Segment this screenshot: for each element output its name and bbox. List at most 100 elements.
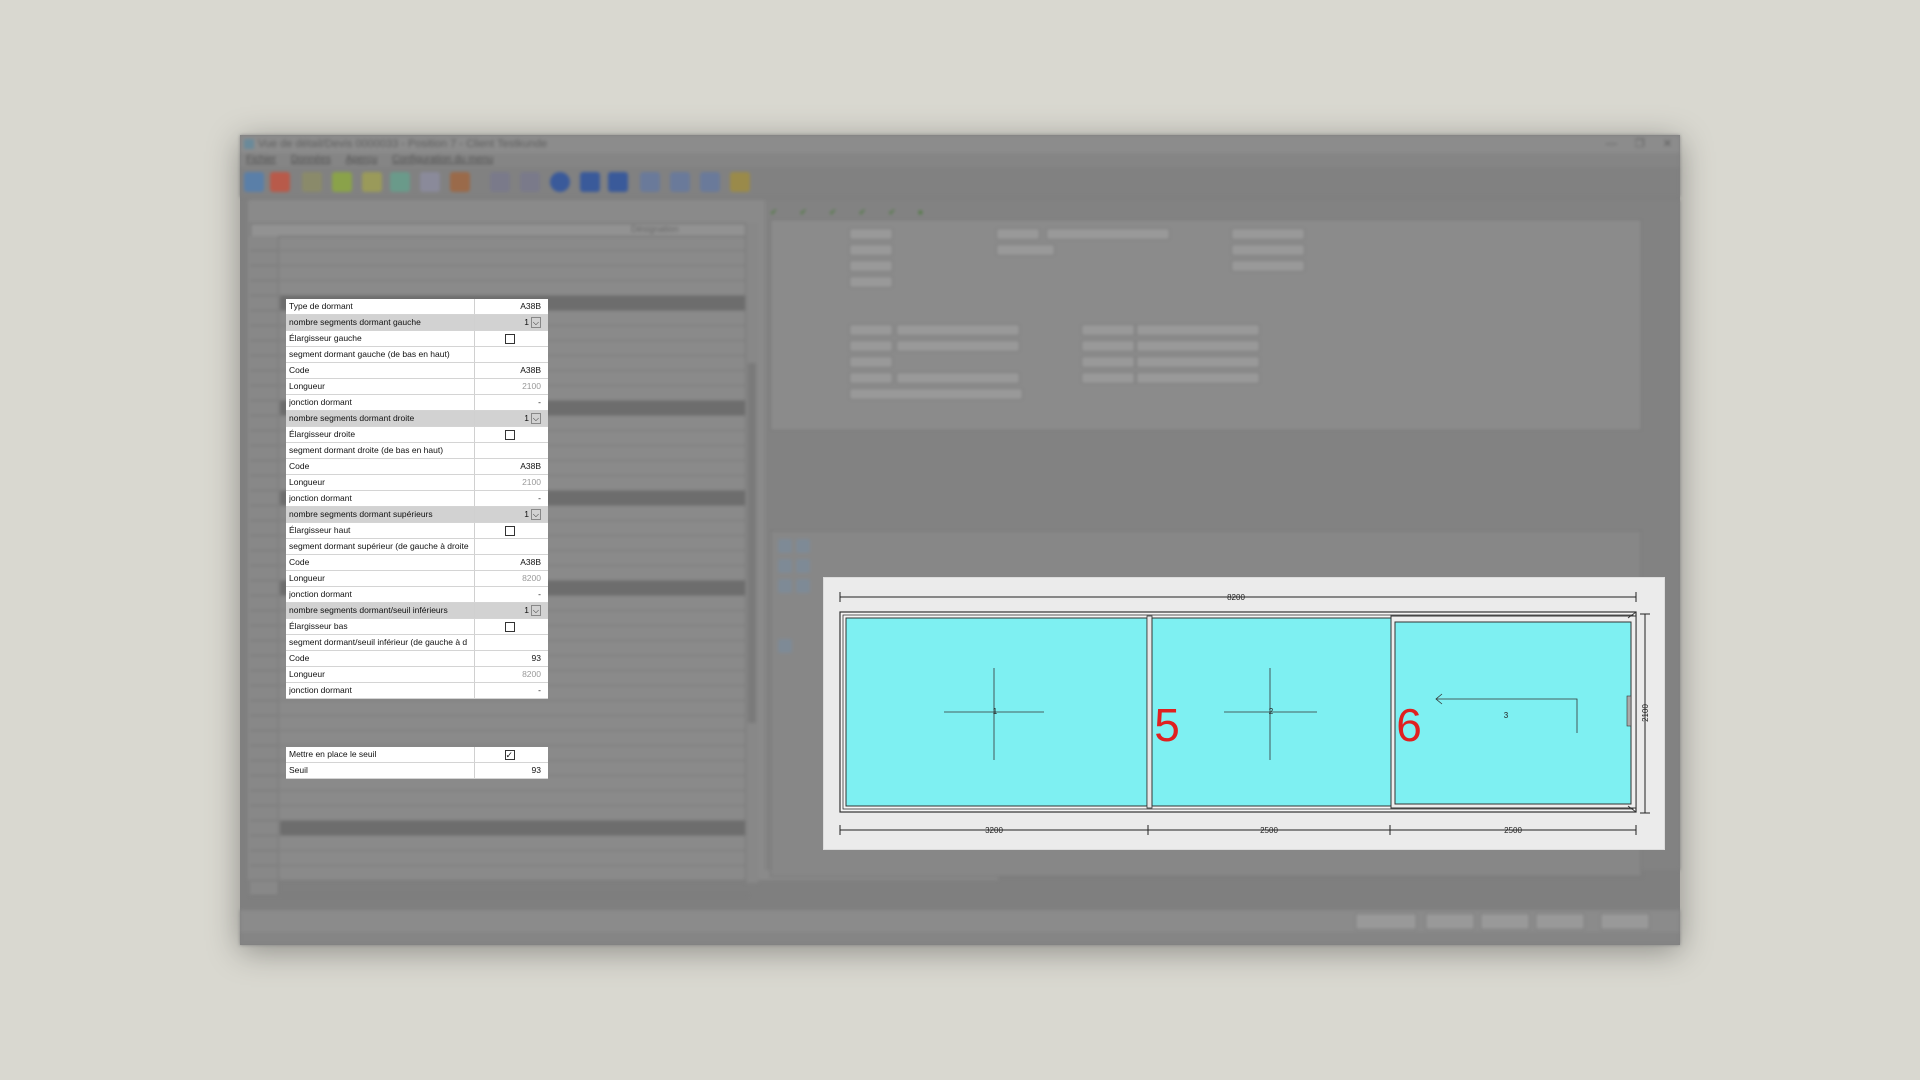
property-value[interactable]: 2100 <box>474 475 544 490</box>
property-value[interactable]: - <box>474 395 544 410</box>
grid-row-header[interactable] <box>250 881 279 896</box>
property-value[interactable]: A38B <box>474 363 544 378</box>
grid-row-header[interactable] <box>250 626 279 641</box>
form-field[interactable] <box>1081 356 1135 368</box>
zoom-icon[interactable] <box>778 539 792 553</box>
form-field[interactable] <box>1136 324 1260 336</box>
grid-row-header[interactable] <box>250 731 279 746</box>
grid-row-header[interactable] <box>250 431 279 446</box>
property-row[interactable]: Code 93 <box>286 651 548 667</box>
grid-row-header[interactable] <box>250 341 279 356</box>
grid-row-header[interactable] <box>250 371 279 386</box>
minimize-icon[interactable]: — <box>1606 135 1617 153</box>
form-field[interactable] <box>849 324 893 336</box>
form-field[interactable] <box>896 324 1020 336</box>
property-value[interactable] <box>474 347 544 362</box>
menu-configuration[interactable]: Configuration du menu <box>392 154 493 165</box>
property-row[interactable]: nombre segments dormant gauche 1 ⌵ <box>286 315 548 331</box>
property-value[interactable] <box>474 635 544 650</box>
bottom-button-1[interactable] <box>1355 913 1417 930</box>
cut-icon[interactable] <box>796 579 810 593</box>
form-field[interactable] <box>896 372 1020 384</box>
property-dropdown[interactable]: 1 ⌵ <box>474 507 544 522</box>
property-value[interactable]: 93 <box>474 763 544 778</box>
grid-row-header[interactable] <box>250 326 279 341</box>
grid-row-header[interactable] <box>250 551 279 566</box>
menu-apercu[interactable]: Aperçu <box>346 154 378 165</box>
bottom-button-3[interactable] <box>1480 913 1530 930</box>
grid-row-header[interactable] <box>250 806 279 821</box>
grid-row-header[interactable] <box>250 506 279 521</box>
chevron-down-icon[interactable]: ⌵ <box>530 509 541 520</box>
restore-icon[interactable]: ❐ <box>1635 135 1645 153</box>
chevron-down-icon[interactable]: ⌵ <box>530 413 541 424</box>
chevron-down-icon[interactable]: ⌵ <box>530 605 541 616</box>
toolbar-view2-icon[interactable] <box>670 172 690 192</box>
toolbar-tool4-icon[interactable] <box>390 172 410 192</box>
property-row[interactable]: Code A38B <box>286 555 548 571</box>
property-row[interactable]: Longueur 2100 <box>286 475 548 491</box>
grid-row-header[interactable] <box>250 266 279 281</box>
grid-row-header[interactable] <box>250 746 279 761</box>
grid-scrollbar[interactable] <box>745 223 758 883</box>
grid-row[interactable] <box>280 836 748 851</box>
property-row[interactable]: nombre segments dormant/seuil inférieurs… <box>286 603 548 619</box>
grid-row[interactable] <box>280 806 748 821</box>
toolbar-tool1-icon[interactable] <box>302 172 322 192</box>
property-row[interactable]: Élargisseur haut <box>286 523 548 539</box>
last-record-icon[interactable] <box>608 172 628 192</box>
property-value[interactable] <box>474 539 544 554</box>
property-value[interactable]: A38B <box>474 459 544 474</box>
property-value[interactable]: A38B <box>474 299 544 314</box>
grid-row[interactable] <box>280 821 748 836</box>
grid-row-header[interactable] <box>250 686 279 701</box>
close-icon[interactable]: ✕ <box>1663 135 1672 153</box>
form-field[interactable] <box>849 356 893 368</box>
toolbar-tool6-icon[interactable] <box>730 172 750 192</box>
property-row[interactable]: Élargisseur bas <box>286 619 548 635</box>
chevron-down-icon[interactable]: ⌵ <box>530 317 541 328</box>
view-icon[interactable] <box>778 559 792 573</box>
grid-row[interactable] <box>280 281 748 296</box>
form-field[interactable] <box>849 260 893 272</box>
property-value[interactable]: - <box>474 683 544 698</box>
property-row[interactable]: Type de dormant A38B <box>286 299 548 315</box>
property-value[interactable]: 8200 <box>474 571 544 586</box>
grid-row-header[interactable] <box>250 251 279 266</box>
property-value[interactable]: - <box>474 491 544 506</box>
property-row[interactable]: Élargisseur droite <box>286 427 548 443</box>
property-row[interactable]: segment dormant supérieur (de gauche à d… <box>286 539 548 555</box>
property-value[interactable]: 93 <box>474 651 544 666</box>
form-field[interactable] <box>849 244 893 256</box>
form-field[interactable] <box>1136 340 1260 352</box>
bottom-button-2[interactable] <box>1425 913 1475 930</box>
property-dropdown[interactable]: 1 ⌵ <box>474 315 544 330</box>
property-row[interactable]: nombre segments dormant supérieurs 1 ⌵ <box>286 507 548 523</box>
grid-row-header[interactable] <box>250 836 279 851</box>
grid-row-header[interactable] <box>250 566 279 581</box>
property-row[interactable]: Longueur 2100 <box>286 379 548 395</box>
tab-5[interactable]: ✔ <box>888 205 900 219</box>
form-field[interactable] <box>996 244 1055 256</box>
property-checkbox[interactable] <box>474 523 544 538</box>
property-row[interactable]: jonction dormant - <box>286 395 548 411</box>
grid-row-header[interactable] <box>250 281 279 296</box>
grid-row-header[interactable] <box>250 386 279 401</box>
tab-3[interactable]: ✔ <box>829 205 841 219</box>
property-dropdown[interactable]: 1 ⌵ <box>474 411 544 426</box>
grid-row-header[interactable] <box>250 851 279 866</box>
grid-row-header[interactable] <box>250 596 279 611</box>
grid-row-header[interactable] <box>250 776 279 791</box>
tool-icon[interactable] <box>778 579 792 593</box>
form-field[interactable] <box>896 340 1020 352</box>
form-field[interactable] <box>1231 228 1305 240</box>
form-field[interactable] <box>1231 260 1305 272</box>
current-record-icon[interactable] <box>550 172 570 192</box>
bottom-button-5[interactable] <box>1600 913 1650 930</box>
property-value[interactable]: 2100 <box>474 379 544 394</box>
property-row[interactable]: Code A38B <box>286 363 548 379</box>
form-field[interactable] <box>849 372 893 384</box>
grid-row-header[interactable] <box>250 536 279 551</box>
checked-checkbox-icon[interactable] <box>504 748 515 763</box>
property-value[interactable]: A38B <box>474 555 544 570</box>
